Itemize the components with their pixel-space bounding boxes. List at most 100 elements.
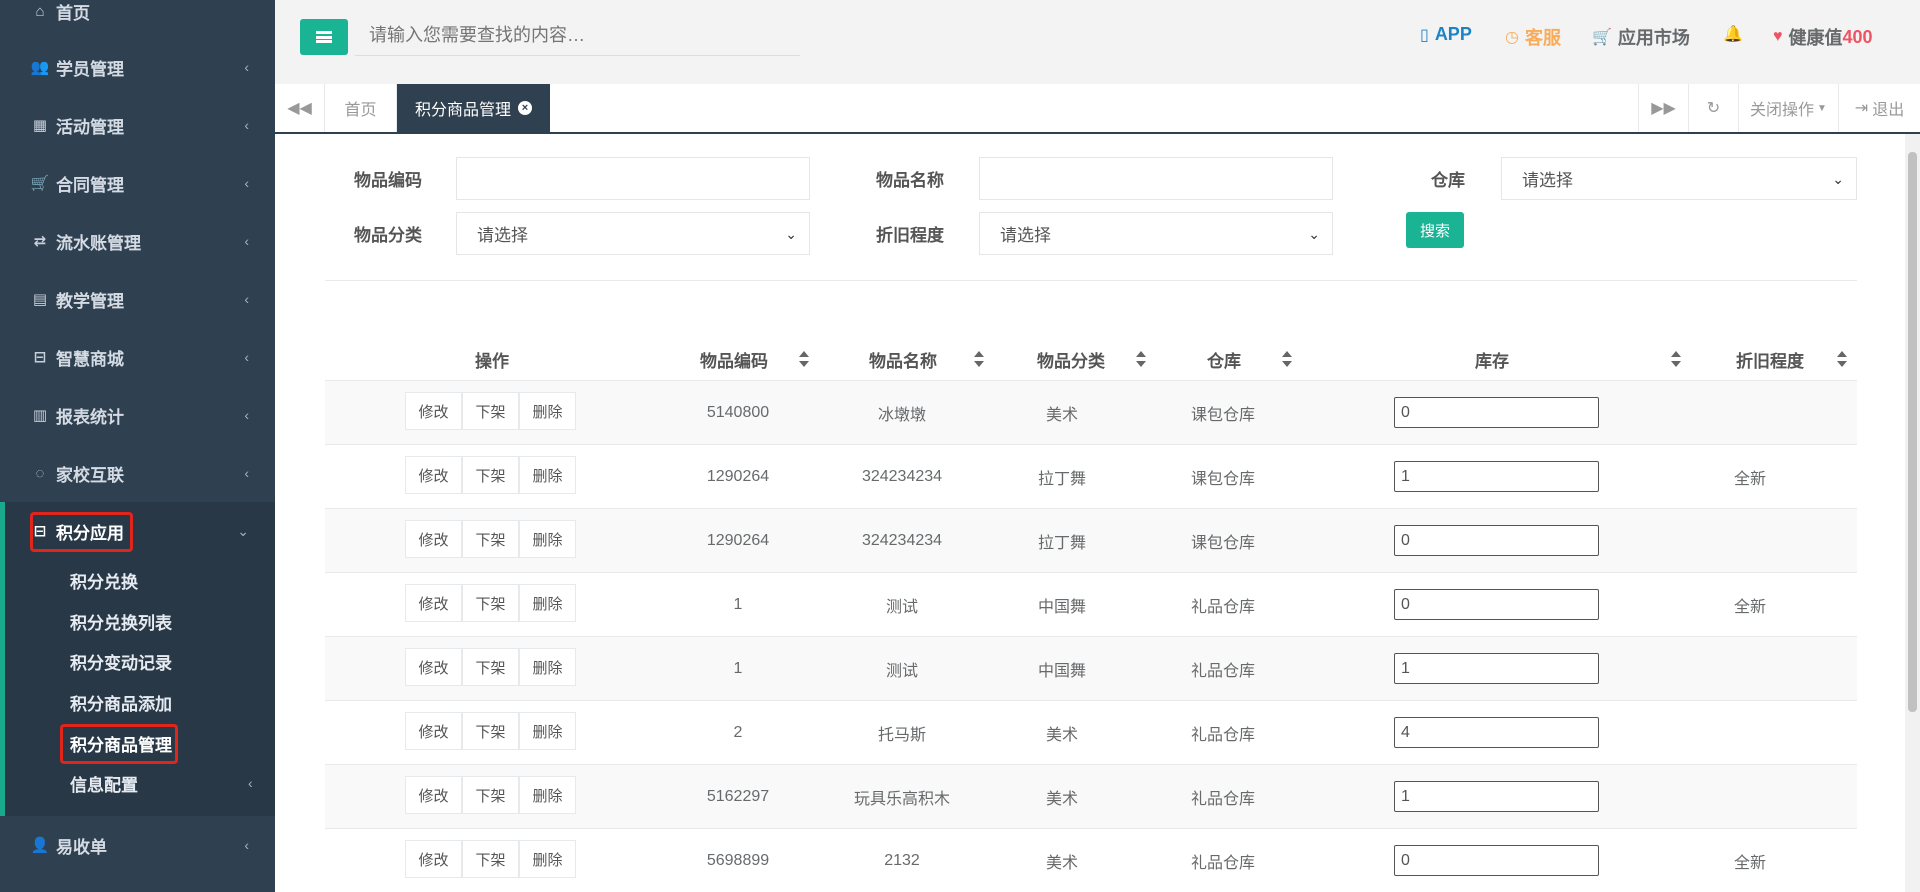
- tab-home[interactable]: 首页: [325, 84, 397, 132]
- sort-icon[interactable]: [1136, 351, 1146, 367]
- page-scrollbar[interactable]: [1905, 134, 1920, 892]
- cell-warehouse: 礼品仓库: [1190, 791, 1255, 808]
- delete-button[interactable]: 删除: [519, 456, 576, 494]
- column-header-category[interactable]: 物品分类: [1037, 346, 1105, 372]
- column-header-stock[interactable]: 库存: [1475, 346, 1509, 372]
- delist-button[interactable]: 下架: [462, 776, 519, 814]
- sidebar-item-home-school[interactable]: ◌ 家校互联 ‹: [0, 444, 275, 502]
- tab-points-goods-management[interactable]: 积分商品管理 ×: [397, 84, 551, 132]
- depreciation-select[interactable]: 请选择 ⌄: [979, 212, 1333, 255]
- edit-button[interactable]: 修改: [405, 392, 462, 430]
- delete-button[interactable]: 删除: [519, 776, 576, 814]
- edit-button[interactable]: 修改: [405, 712, 462, 750]
- edit-button[interactable]: 修改: [405, 648, 462, 686]
- backward-icon: ◀◀: [287, 100, 312, 117]
- service-link[interactable]: ◷ 客服: [1505, 24, 1561, 50]
- bell-button[interactable]: 🔔: [1723, 24, 1749, 44]
- item-category-select[interactable]: 请选择 ⌄: [456, 212, 810, 255]
- warehouse-select-value: 请选择: [1522, 171, 1573, 190]
- delist-button[interactable]: 下架: [462, 712, 519, 750]
- health-link[interactable]: ♥ 健康值 400: [1773, 24, 1873, 50]
- edit-button[interactable]: 修改: [405, 840, 462, 878]
- health-value: 400: [1842, 26, 1873, 47]
- cell-category: 中国舞: [1037, 663, 1086, 680]
- sidebar-item-home[interactable]: ⌂ 首页: [0, 0, 275, 40]
- tabs-scroll-left-button[interactable]: ◀◀: [275, 84, 325, 132]
- menu-toggle-button[interactable]: [300, 19, 348, 55]
- sidebar-item-contracts[interactable]: 🛒 合同管理 ‹: [0, 154, 275, 212]
- chevron-left-icon: ‹: [244, 407, 249, 423]
- sidebar-item-teaching[interactable]: ▤ 教学管理 ‹: [0, 270, 275, 328]
- sidebar-subitem-change-log[interactable]: 积分变动记录: [70, 643, 172, 679]
- column-header-warehouse[interactable]: 仓库: [1207, 346, 1241, 372]
- inbox-icon: ⊟: [33, 523, 47, 540]
- comment-icon: ◌: [35, 464, 45, 482]
- sidebar-item-easy-pay[interactable]: 👤 易收单 ‹: [0, 816, 275, 874]
- edit-button[interactable]: 修改: [405, 456, 462, 494]
- item-code-input[interactable]: [456, 157, 810, 200]
- item-name-input[interactable]: [979, 157, 1333, 200]
- search-input[interactable]: [355, 16, 800, 56]
- sidebar-subitem-exchange[interactable]: 积分兑换: [70, 562, 138, 598]
- close-operations-dropdown[interactable]: 关闭操作 ▼: [1738, 84, 1838, 132]
- sidebar-subitem-exchange-list[interactable]: 积分兑换列表: [70, 603, 172, 639]
- stock-input[interactable]: [1394, 781, 1599, 812]
- stock-input[interactable]: [1394, 397, 1599, 428]
- sidebar-item-students[interactable]: 👥 学员管理 ‹: [0, 38, 275, 96]
- stock-input[interactable]: [1394, 717, 1599, 748]
- sidebar-item-mall[interactable]: ⊟ 智慧商城 ‹: [0, 328, 275, 386]
- cart-icon: 🛒: [30, 175, 50, 192]
- sidebar-item-reports[interactable]: ▥ 报表统计 ‹: [0, 386, 275, 444]
- delete-button[interactable]: 删除: [519, 392, 576, 430]
- delist-button[interactable]: 下架: [462, 392, 519, 430]
- close-tab-icon[interactable]: ×: [518, 101, 533, 115]
- column-header-name[interactable]: 物品名称: [869, 346, 937, 372]
- delete-button[interactable]: 删除: [519, 520, 576, 558]
- stock-input[interactable]: [1394, 525, 1599, 556]
- sort-icon[interactable]: [799, 351, 809, 367]
- delete-button[interactable]: 删除: [519, 712, 576, 750]
- chevron-left-icon: ‹: [244, 175, 249, 191]
- cell-name: 玩具乐高积木: [853, 791, 950, 808]
- delete-button[interactable]: 删除: [519, 584, 576, 622]
- column-header-depreciation[interactable]: 折旧程度: [1736, 346, 1804, 372]
- delist-button[interactable]: 下架: [462, 520, 519, 558]
- stock-input[interactable]: [1394, 653, 1599, 684]
- sort-icon[interactable]: [974, 351, 984, 367]
- column-header-code[interactable]: 物品编码: [700, 346, 768, 372]
- delete-button[interactable]: 删除: [519, 840, 576, 878]
- edit-button[interactable]: 修改: [405, 584, 462, 622]
- warehouse-select[interactable]: 请选择 ⌄: [1501, 157, 1857, 200]
- sidebar-subitem-add-goods[interactable]: 积分商品添加: [70, 684, 172, 720]
- delete-button[interactable]: 删除: [519, 648, 576, 686]
- search-button[interactable]: 搜索: [1406, 212, 1464, 248]
- refresh-tab-button[interactable]: ↻: [1688, 84, 1738, 132]
- hamburger-icon: [316, 31, 332, 43]
- tabs-scroll-right-button[interactable]: ▶▶: [1638, 84, 1688, 132]
- app-market-link[interactable]: 🛒 应用市场: [1592, 24, 1690, 50]
- cell-name: 冰墩墩: [877, 407, 926, 424]
- cell-depreciation: [1695, 765, 1805, 829]
- delist-button[interactable]: 下架: [462, 840, 519, 878]
- sidebar-item-activities[interactable]: ▦ 活动管理 ‹: [0, 96, 275, 154]
- scrollbar-thumb[interactable]: [1908, 152, 1917, 712]
- edit-button[interactable]: 修改: [405, 776, 462, 814]
- stock-input[interactable]: [1394, 845, 1599, 876]
- sort-icon[interactable]: [1671, 351, 1681, 367]
- stock-input[interactable]: [1394, 461, 1599, 492]
- delist-button[interactable]: 下架: [462, 584, 519, 622]
- sidebar-subitem-manage-goods[interactable]: 积分商品管理: [70, 725, 172, 761]
- sidebar-subitem-config[interactable]: 信息配置 ‹: [70, 765, 253, 801]
- sort-icon[interactable]: [1282, 351, 1292, 367]
- delist-button[interactable]: 下架: [462, 456, 519, 494]
- sidebar-item-points[interactable]: ⊟ 积分应用 ⌄: [0, 502, 275, 560]
- delist-button[interactable]: 下架: [462, 648, 519, 686]
- cell-category: 美术: [1045, 791, 1078, 808]
- logout-button[interactable]: ⇥ 退出: [1838, 84, 1920, 132]
- sort-icon[interactable]: [1837, 351, 1847, 367]
- edit-button[interactable]: 修改: [405, 520, 462, 558]
- stock-input[interactable]: [1394, 589, 1599, 620]
- cell-name: 测试: [885, 599, 918, 616]
- app-link[interactable]: ▯ APP: [1420, 24, 1472, 45]
- sidebar-item-ledger[interactable]: ⇄ 流水账管理 ‹: [0, 212, 275, 270]
